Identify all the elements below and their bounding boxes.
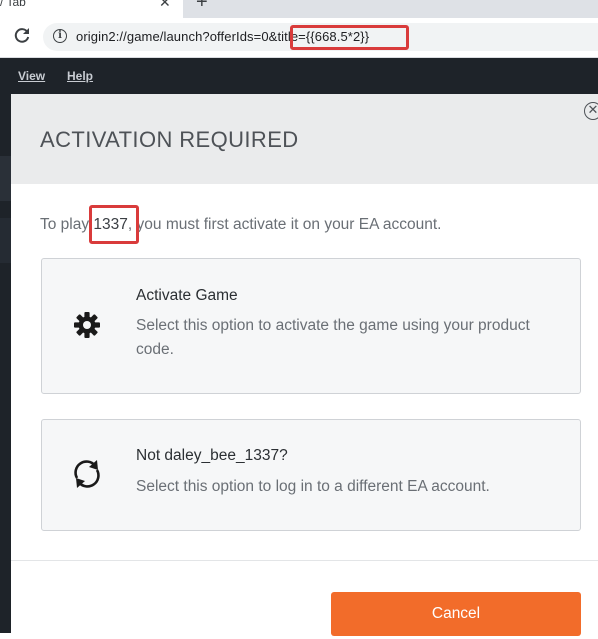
intro-suffix: , you must first activate it on your EA … [127, 216, 442, 233]
browser-tab-bar: / Tab ✕ + [0, 0, 598, 18]
gear-icon [74, 312, 100, 338]
url-highlight-box [290, 25, 409, 50]
dialog-title: ACTIVATION REQUIRED [40, 127, 299, 152]
tab-close-icon[interactable]: ✕ [159, 0, 171, 11]
info-icon[interactable]: i [53, 29, 67, 43]
tab-title: / Tab [0, 0, 26, 9]
new-tab-button[interactable]: + [196, 0, 208, 14]
option-description: Select this option to log in to a differ… [136, 478, 490, 495]
option-title: Activate Game [136, 287, 238, 304]
switch-account-option[interactable]: Not daley_bee_1337? Select this option t… [41, 419, 581, 531]
activation-dialog: ACTIVATION REQUIRED ✕ To play 1337, you … [11, 94, 598, 639]
sidebar-strip [0, 218, 11, 263]
menu-view[interactable]: View [18, 69, 45, 83]
game-name-highlight-box [89, 205, 139, 244]
reload-icon[interactable] [12, 26, 32, 46]
menu-help[interactable]: Help [67, 69, 93, 83]
option-title: Not daley_bee_1337? [136, 447, 288, 464]
sidebar-strip [0, 156, 11, 201]
dialog-header: ACTIVATION REQUIRED ✕ [11, 94, 598, 184]
activate-game-option[interactable]: Activate Game Select this option to acti… [41, 258, 581, 394]
close-icon[interactable]: ✕ [584, 102, 598, 120]
option-description: Select this option to activate the game … [136, 317, 530, 358]
footer-divider [11, 560, 598, 561]
intro-prefix: To play [40, 216, 94, 233]
sync-icon [74, 460, 100, 488]
browser-tab[interactable]: / Tab ✕ [0, 0, 183, 18]
cancel-button[interactable]: Cancel [331, 592, 581, 636]
app-menu-bar: View Help [0, 58, 598, 94]
